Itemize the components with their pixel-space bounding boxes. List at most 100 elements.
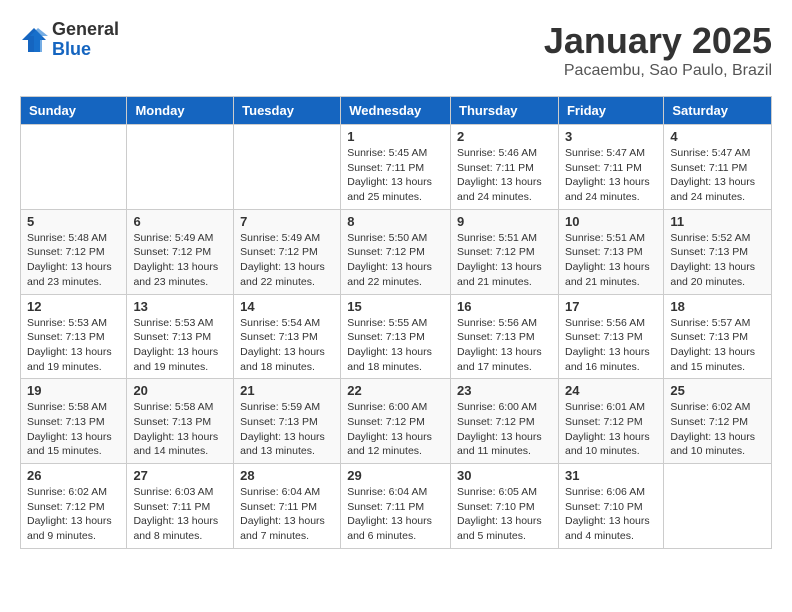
day-number: 4: [670, 129, 765, 144]
logo-text: General Blue: [52, 20, 119, 60]
day-number: 27: [133, 468, 227, 483]
calendar-cell: 8 Sunrise: 5:50 AM Sunset: 7:12 PM Daylig…: [341, 209, 451, 294]
calendar-cell: 12 Sunrise: 5:53 AM Sunset: 7:13 PM Dayli…: [21, 294, 127, 379]
day-info: Sunrise: 5:56 AM Sunset: 7:13 PM Dayligh…: [565, 316, 657, 375]
day-info: Sunrise: 5:51 AM Sunset: 7:12 PM Dayligh…: [457, 231, 552, 290]
calendar-cell: 23Sunrise: 6:00 AM Sunset: 7:12 PM Dayli…: [451, 379, 559, 464]
calendar-cell: 20 Sunrise: 5:58 AM Sunset: 7:13 PM Dayli…: [127, 379, 234, 464]
day-number: 13: [133, 299, 227, 314]
day-info: Sunrise: 6:02 AM Sunset: 7:12 PM Dayligh…: [27, 485, 120, 544]
calendar-cell: 10 Sunrise: 5:51 AM Sunset: 7:13 PM Dayli…: [558, 209, 663, 294]
day-info: Sunrise: 5:47 AM Sunset: 7:11 PM Dayligh…: [565, 146, 657, 205]
calendar-cell: 3Sunrise: 5:47 AM Sunset: 7:11 PM Daylig…: [558, 125, 663, 210]
day-number: 8: [347, 214, 444, 229]
calendar-cell: 26 Sunrise: 6:02 AM Sunset: 7:12 PM Dayli…: [21, 464, 127, 549]
day-number: 6: [133, 214, 227, 229]
day-number: 18: [670, 299, 765, 314]
day-number: 21: [240, 383, 334, 398]
day-info: Sunrise: 6:04 AM Sunset: 7:11 PM Dayligh…: [240, 485, 334, 544]
month-title: January 2025: [544, 20, 772, 62]
day-info: Sunrise: 6:02 AM Sunset: 7:12 PM Dayligh…: [670, 400, 765, 459]
calendar-cell: 7 Sunrise: 5:49 AM Sunset: 7:12 PM Daylig…: [234, 209, 341, 294]
day-number: 25: [670, 383, 765, 398]
day-info: Sunrise: 5:58 AM Sunset: 7:13 PM Dayligh…: [27, 400, 120, 459]
page-header: General Blue January 2025 Pacaembu, Sao …: [20, 20, 772, 80]
calendar-cell: 28 Sunrise: 6:04 AM Sunset: 7:11 PM Dayli…: [234, 464, 341, 549]
day-info: Sunrise: 5:59 AM Sunset: 7:13 PM Dayligh…: [240, 400, 334, 459]
calendar-cell: 4 Sunrise: 5:47 AM Sunset: 7:11 PM Daylig…: [664, 125, 772, 210]
weekday-header-sunday: Sunday: [21, 97, 127, 125]
calendar-week-row: 19 Sunrise: 5:58 AM Sunset: 7:13 PM Dayli…: [21, 379, 772, 464]
calendar-cell: 19 Sunrise: 5:58 AM Sunset: 7:13 PM Dayli…: [21, 379, 127, 464]
weekday-header-tuesday: Tuesday: [234, 97, 341, 125]
day-number: 12: [27, 299, 120, 314]
calendar-cell: [664, 464, 772, 549]
day-info: Sunrise: 5:48 AM Sunset: 7:12 PM Dayligh…: [27, 231, 120, 290]
day-number: 19: [27, 383, 120, 398]
calendar-cell: 21 Sunrise: 5:59 AM Sunset: 7:13 PM Dayli…: [234, 379, 341, 464]
logo-general-label: General: [52, 20, 119, 40]
day-number: 16: [457, 299, 552, 314]
calendar-cell: [127, 125, 234, 210]
day-info: Sunrise: 6:04 AM Sunset: 7:11 PM Dayligh…: [347, 485, 444, 544]
day-info: Sunrise: 5:55 AM Sunset: 7:13 PM Dayligh…: [347, 316, 444, 375]
day-info: Sunrise: 5:49 AM Sunset: 7:12 PM Dayligh…: [240, 231, 334, 290]
logo-blue-label: Blue: [52, 40, 119, 60]
calendar-table: SundayMondayTuesdayWednesdayThursdayFrid…: [20, 96, 772, 549]
day-number: 1: [347, 129, 444, 144]
calendar-cell: 30Sunrise: 6:05 AM Sunset: 7:10 PM Dayli…: [451, 464, 559, 549]
calendar-cell: 29 Sunrise: 6:04 AM Sunset: 7:11 PM Dayli…: [341, 464, 451, 549]
calendar-cell: 17Sunrise: 5:56 AM Sunset: 7:13 PM Dayli…: [558, 294, 663, 379]
day-number: 24: [565, 383, 657, 398]
calendar-cell: 5Sunrise: 5:48 AM Sunset: 7:12 PM Daylig…: [21, 209, 127, 294]
calendar-cell: 31Sunrise: 6:06 AM Sunset: 7:10 PM Dayli…: [558, 464, 663, 549]
title-block: January 2025 Pacaembu, Sao Paulo, Brazil: [544, 20, 772, 80]
day-number: 30: [457, 468, 552, 483]
day-number: 26: [27, 468, 120, 483]
weekday-header-row: SundayMondayTuesdayWednesdayThursdayFrid…: [21, 97, 772, 125]
calendar-cell: 1 Sunrise: 5:45 AM Sunset: 7:11 PM Daylig…: [341, 125, 451, 210]
day-number: 14: [240, 299, 334, 314]
weekday-header-thursday: Thursday: [451, 97, 559, 125]
day-number: 20: [133, 383, 227, 398]
day-info: Sunrise: 5:45 AM Sunset: 7:11 PM Dayligh…: [347, 146, 444, 205]
day-number: 10: [565, 214, 657, 229]
day-info: Sunrise: 5:56 AM Sunset: 7:13 PM Dayligh…: [457, 316, 552, 375]
day-info: Sunrise: 5:54 AM Sunset: 7:13 PM Dayligh…: [240, 316, 334, 375]
day-info: Sunrise: 5:53 AM Sunset: 7:13 PM Dayligh…: [133, 316, 227, 375]
weekday-header-saturday: Saturday: [664, 97, 772, 125]
day-number: 15: [347, 299, 444, 314]
day-info: Sunrise: 5:50 AM Sunset: 7:12 PM Dayligh…: [347, 231, 444, 290]
calendar-cell: [234, 125, 341, 210]
calendar-week-row: 5Sunrise: 5:48 AM Sunset: 7:12 PM Daylig…: [21, 209, 772, 294]
day-number: 22: [347, 383, 444, 398]
day-info: Sunrise: 5:52 AM Sunset: 7:13 PM Dayligh…: [670, 231, 765, 290]
day-info: Sunrise: 6:00 AM Sunset: 7:12 PM Dayligh…: [347, 400, 444, 459]
day-info: Sunrise: 6:01 AM Sunset: 7:12 PM Dayligh…: [565, 400, 657, 459]
day-number: 29: [347, 468, 444, 483]
day-number: 9: [457, 214, 552, 229]
logo-icon: [20, 26, 48, 54]
day-number: 23: [457, 383, 552, 398]
calendar-cell: 6 Sunrise: 5:49 AM Sunset: 7:12 PM Daylig…: [127, 209, 234, 294]
day-number: 28: [240, 468, 334, 483]
calendar-cell: 9 Sunrise: 5:51 AM Sunset: 7:12 PM Daylig…: [451, 209, 559, 294]
day-info: Sunrise: 5:47 AM Sunset: 7:11 PM Dayligh…: [670, 146, 765, 205]
day-info: Sunrise: 5:58 AM Sunset: 7:13 PM Dayligh…: [133, 400, 227, 459]
calendar-cell: 13 Sunrise: 5:53 AM Sunset: 7:13 PM Dayli…: [127, 294, 234, 379]
day-info: Sunrise: 5:51 AM Sunset: 7:13 PM Dayligh…: [565, 231, 657, 290]
day-info: Sunrise: 5:53 AM Sunset: 7:13 PM Dayligh…: [27, 316, 120, 375]
day-number: 11: [670, 214, 765, 229]
day-number: 31: [565, 468, 657, 483]
calendar-cell: 27Sunrise: 6:03 AM Sunset: 7:11 PM Dayli…: [127, 464, 234, 549]
weekday-header-wednesday: Wednesday: [341, 97, 451, 125]
calendar-cell: 25 Sunrise: 6:02 AM Sunset: 7:12 PM Dayli…: [664, 379, 772, 464]
calendar-cell: 22 Sunrise: 6:00 AM Sunset: 7:12 PM Dayli…: [341, 379, 451, 464]
calendar-cell: 2Sunrise: 5:46 AM Sunset: 7:11 PM Daylig…: [451, 125, 559, 210]
day-info: Sunrise: 5:46 AM Sunset: 7:11 PM Dayligh…: [457, 146, 552, 205]
calendar-week-row: 1 Sunrise: 5:45 AM Sunset: 7:11 PM Daylig…: [21, 125, 772, 210]
calendar-week-row: 26 Sunrise: 6:02 AM Sunset: 7:12 PM Dayli…: [21, 464, 772, 549]
day-number: 7: [240, 214, 334, 229]
day-info: Sunrise: 5:49 AM Sunset: 7:12 PM Dayligh…: [133, 231, 227, 290]
weekday-header-friday: Friday: [558, 97, 663, 125]
